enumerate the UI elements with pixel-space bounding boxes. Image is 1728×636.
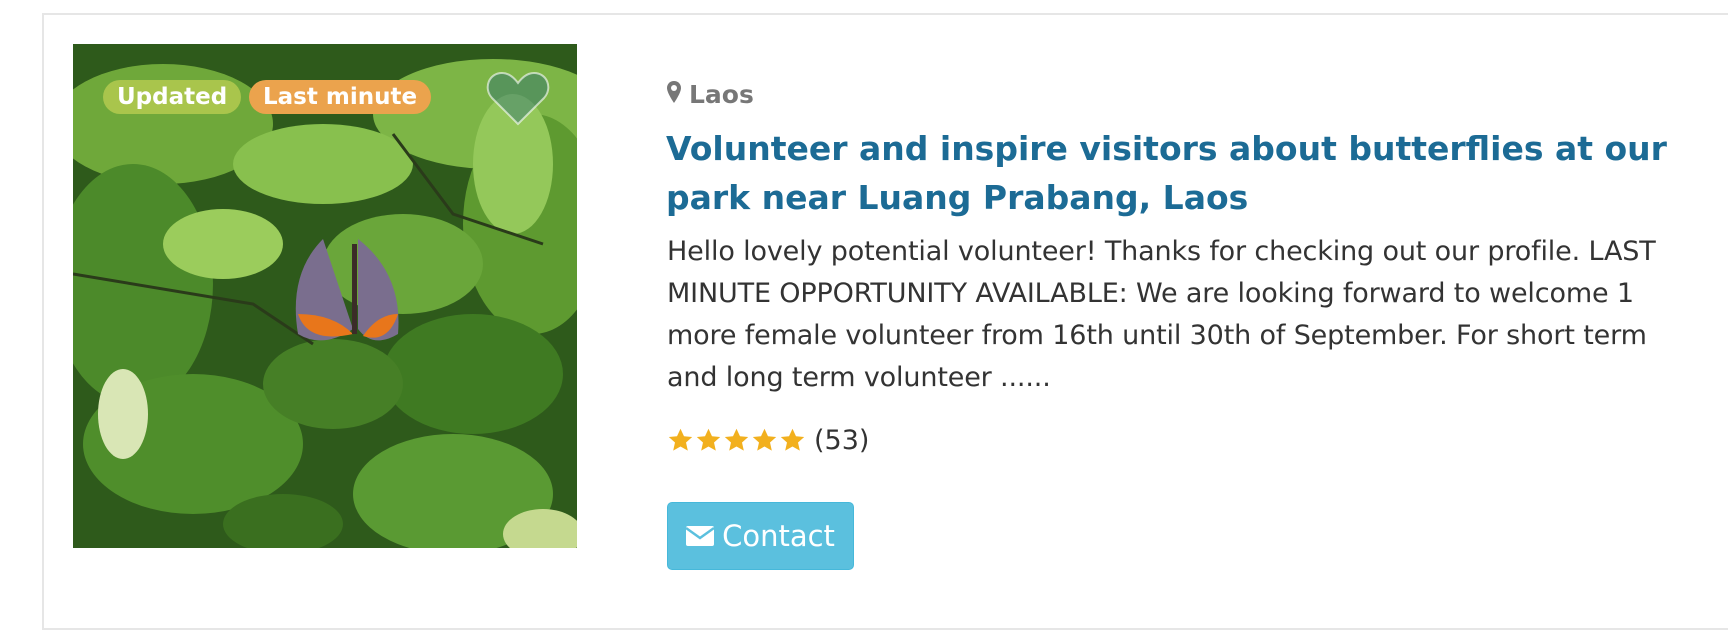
listing-location: Laos [667,80,754,109]
listing-description: Hello lovely potential volunteer! Thanks… [667,236,1656,393]
envelope-icon [685,519,715,553]
heart-icon[interactable] [485,70,551,128]
updated-badge: Updated [103,80,242,114]
star-icon [752,428,777,451]
review-count: (53) [814,424,870,456]
last-minute-badge: Last minute [249,80,432,114]
contact-label: Contact [722,519,835,553]
listing-title-link[interactable]: Volunteer and inspire visitors about but… [666,124,1686,222]
contact-button[interactable]: Contact [667,502,854,570]
map-marker-icon [667,80,681,109]
rating: (53) [667,420,869,460]
star-icon [668,428,693,451]
star-icon [724,428,749,451]
star-icon [780,428,805,451]
location-label: Laos [689,80,754,109]
star-icon [696,428,721,451]
listing-photo[interactable]: Updated Last minute [73,44,577,548]
star-rating [667,427,807,454]
